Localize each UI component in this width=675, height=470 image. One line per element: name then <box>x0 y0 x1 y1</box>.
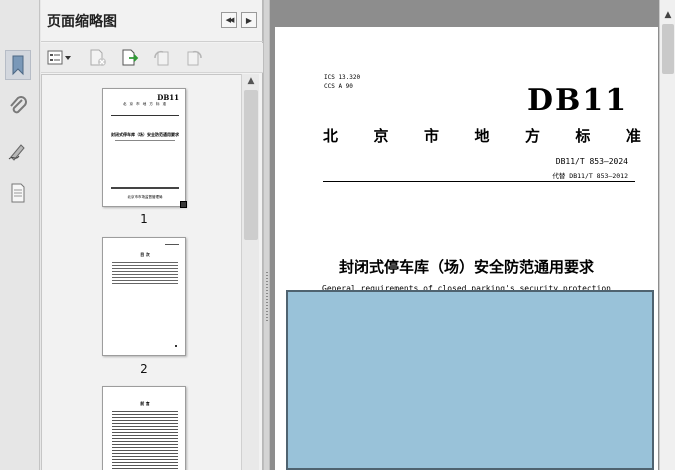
panel-menu-button[interactable]: ▶ <box>241 12 257 28</box>
rotate-right-icon <box>187 50 202 66</box>
double-chevron-left-icon: ◀◀ <box>225 16 235 24</box>
std-char: 京 <box>373 127 389 145</box>
insert-pages-button[interactable] <box>119 48 141 68</box>
standard-number: DB11/T 853—2024 <box>555 157 628 166</box>
scrollbar-thumb[interactable] <box>662 24 674 74</box>
thumbnail-page-3[interactable]: 前 言 <box>102 386 186 470</box>
panel-splitter[interactable] <box>263 0 270 470</box>
thumbnail-page-2[interactable]: 目 次 <box>102 237 186 356</box>
list-options-icon <box>47 50 71 65</box>
standard-type-line: 北 京 市 地 方 标 准 <box>323 125 641 146</box>
document-page: ICS 13.320 CCS A 90 DB11 北 京 市 地 方 标 准 D… <box>275 27 658 470</box>
thumbnail-scrollbar[interactable]: ▲ <box>241 74 259 470</box>
paperclip-icon <box>10 96 27 114</box>
panel-header: 页面缩略图 ◀◀ ▶ <box>41 0 263 42</box>
thumbnail-toolbar <box>41 43 263 73</box>
scroll-up-arrow-icon[interactable]: ▲ <box>660 8 675 22</box>
std-char: 方 <box>524 127 540 145</box>
thumbnail-list: DB11 北 京 市 地 方 标 准 封闭式停车库（场）安全防范通用要求 北京市… <box>41 74 241 470</box>
document-scrollbar[interactable]: ▲ <box>659 0 675 470</box>
ics-code: ICS 13.320 <box>324 74 361 81</box>
mini-text-lines <box>112 411 178 470</box>
std-char: 市 <box>423 127 439 145</box>
splitter-grip[interactable] <box>266 272 268 322</box>
mini-dates-line <box>111 187 179 189</box>
ccs-code: CCS A 90 <box>324 83 353 90</box>
mini-rule <box>111 115 179 116</box>
replaces-standard: 代替 DB11/T 853—2012 <box>552 172 628 180</box>
std-char: 地 <box>474 127 490 145</box>
thumbnail-label-2: 2 <box>140 362 148 376</box>
header-rule <box>323 181 635 182</box>
document-view: ICS 13.320 CCS A 90 DB11 北 京 市 地 方 标 准 D… <box>270 0 675 470</box>
mini-heading: 目 次 <box>140 252 150 257</box>
resize-handle[interactable] <box>180 201 187 208</box>
delete-page-icon <box>90 49 106 66</box>
panel-title: 页面缩略图 <box>47 14 117 30</box>
mini-heading: 前 言 <box>140 401 150 406</box>
mini-page-mark <box>175 345 177 347</box>
ics-classification: ICS 13.320 CCS A 90 <box>324 73 360 91</box>
insert-page-icon <box>122 49 139 66</box>
rotate-ccw-button[interactable] <box>151 48 173 68</box>
standard-brand: DB11 <box>527 83 629 118</box>
scrollbar-thumb[interactable] <box>244 90 258 240</box>
scroll-up-arrow-icon[interactable]: ▲ <box>242 74 260 88</box>
document-icon <box>11 183 25 203</box>
navigation-rail <box>0 0 40 470</box>
mini-publisher: 北京市市场监督管理局 <box>127 195 163 199</box>
pen-signature-icon <box>8 144 25 161</box>
mini-title: 封闭式停车库（场）安全防范通用要求 <box>111 132 179 137</box>
std-char: 标 <box>575 127 591 145</box>
document-title-chinese: 封闭式停车库（场）安全防范通用要求 <box>338 258 594 276</box>
attachments-button[interactable] <box>5 92 31 122</box>
thumbnail-label-1: 1 <box>140 212 148 226</box>
mini-brand: DB11 <box>157 93 179 102</box>
options-menu-button[interactable] <box>46 48 74 68</box>
mini-corner-mark <box>165 244 179 245</box>
layers-button[interactable] <box>5 178 31 208</box>
mini-toc-lines <box>112 262 178 284</box>
thumbnail-panel: 页面缩略图 ◀◀ ▶ DB11 北 京 市 地 方 标 准 封闭式停车库（场）安… <box>41 0 263 470</box>
bookmark-icon <box>12 55 24 76</box>
std-char: 准 <box>625 127 641 145</box>
signatures-button[interactable] <box>5 136 31 166</box>
delete-pages-button[interactable] <box>87 48 109 68</box>
page-thumbnails-button[interactable] <box>5 50 31 80</box>
chevron-right-icon: ▶ <box>245 15 253 25</box>
rotate-left-icon <box>154 50 169 66</box>
mini-standard-line: 北 京 市 地 方 标 准 <box>122 102 168 106</box>
mini-subtitle-line <box>115 140 175 141</box>
cover-image-box <box>286 290 654 470</box>
rotate-cw-button[interactable] <box>183 48 205 68</box>
std-char: 北 <box>323 127 339 145</box>
collapse-panel-button[interactable]: ◀◀ <box>221 12 237 28</box>
thumbnail-page-1[interactable]: DB11 北 京 市 地 方 标 准 封闭式停车库（场）安全防范通用要求 北京市… <box>102 88 187 208</box>
